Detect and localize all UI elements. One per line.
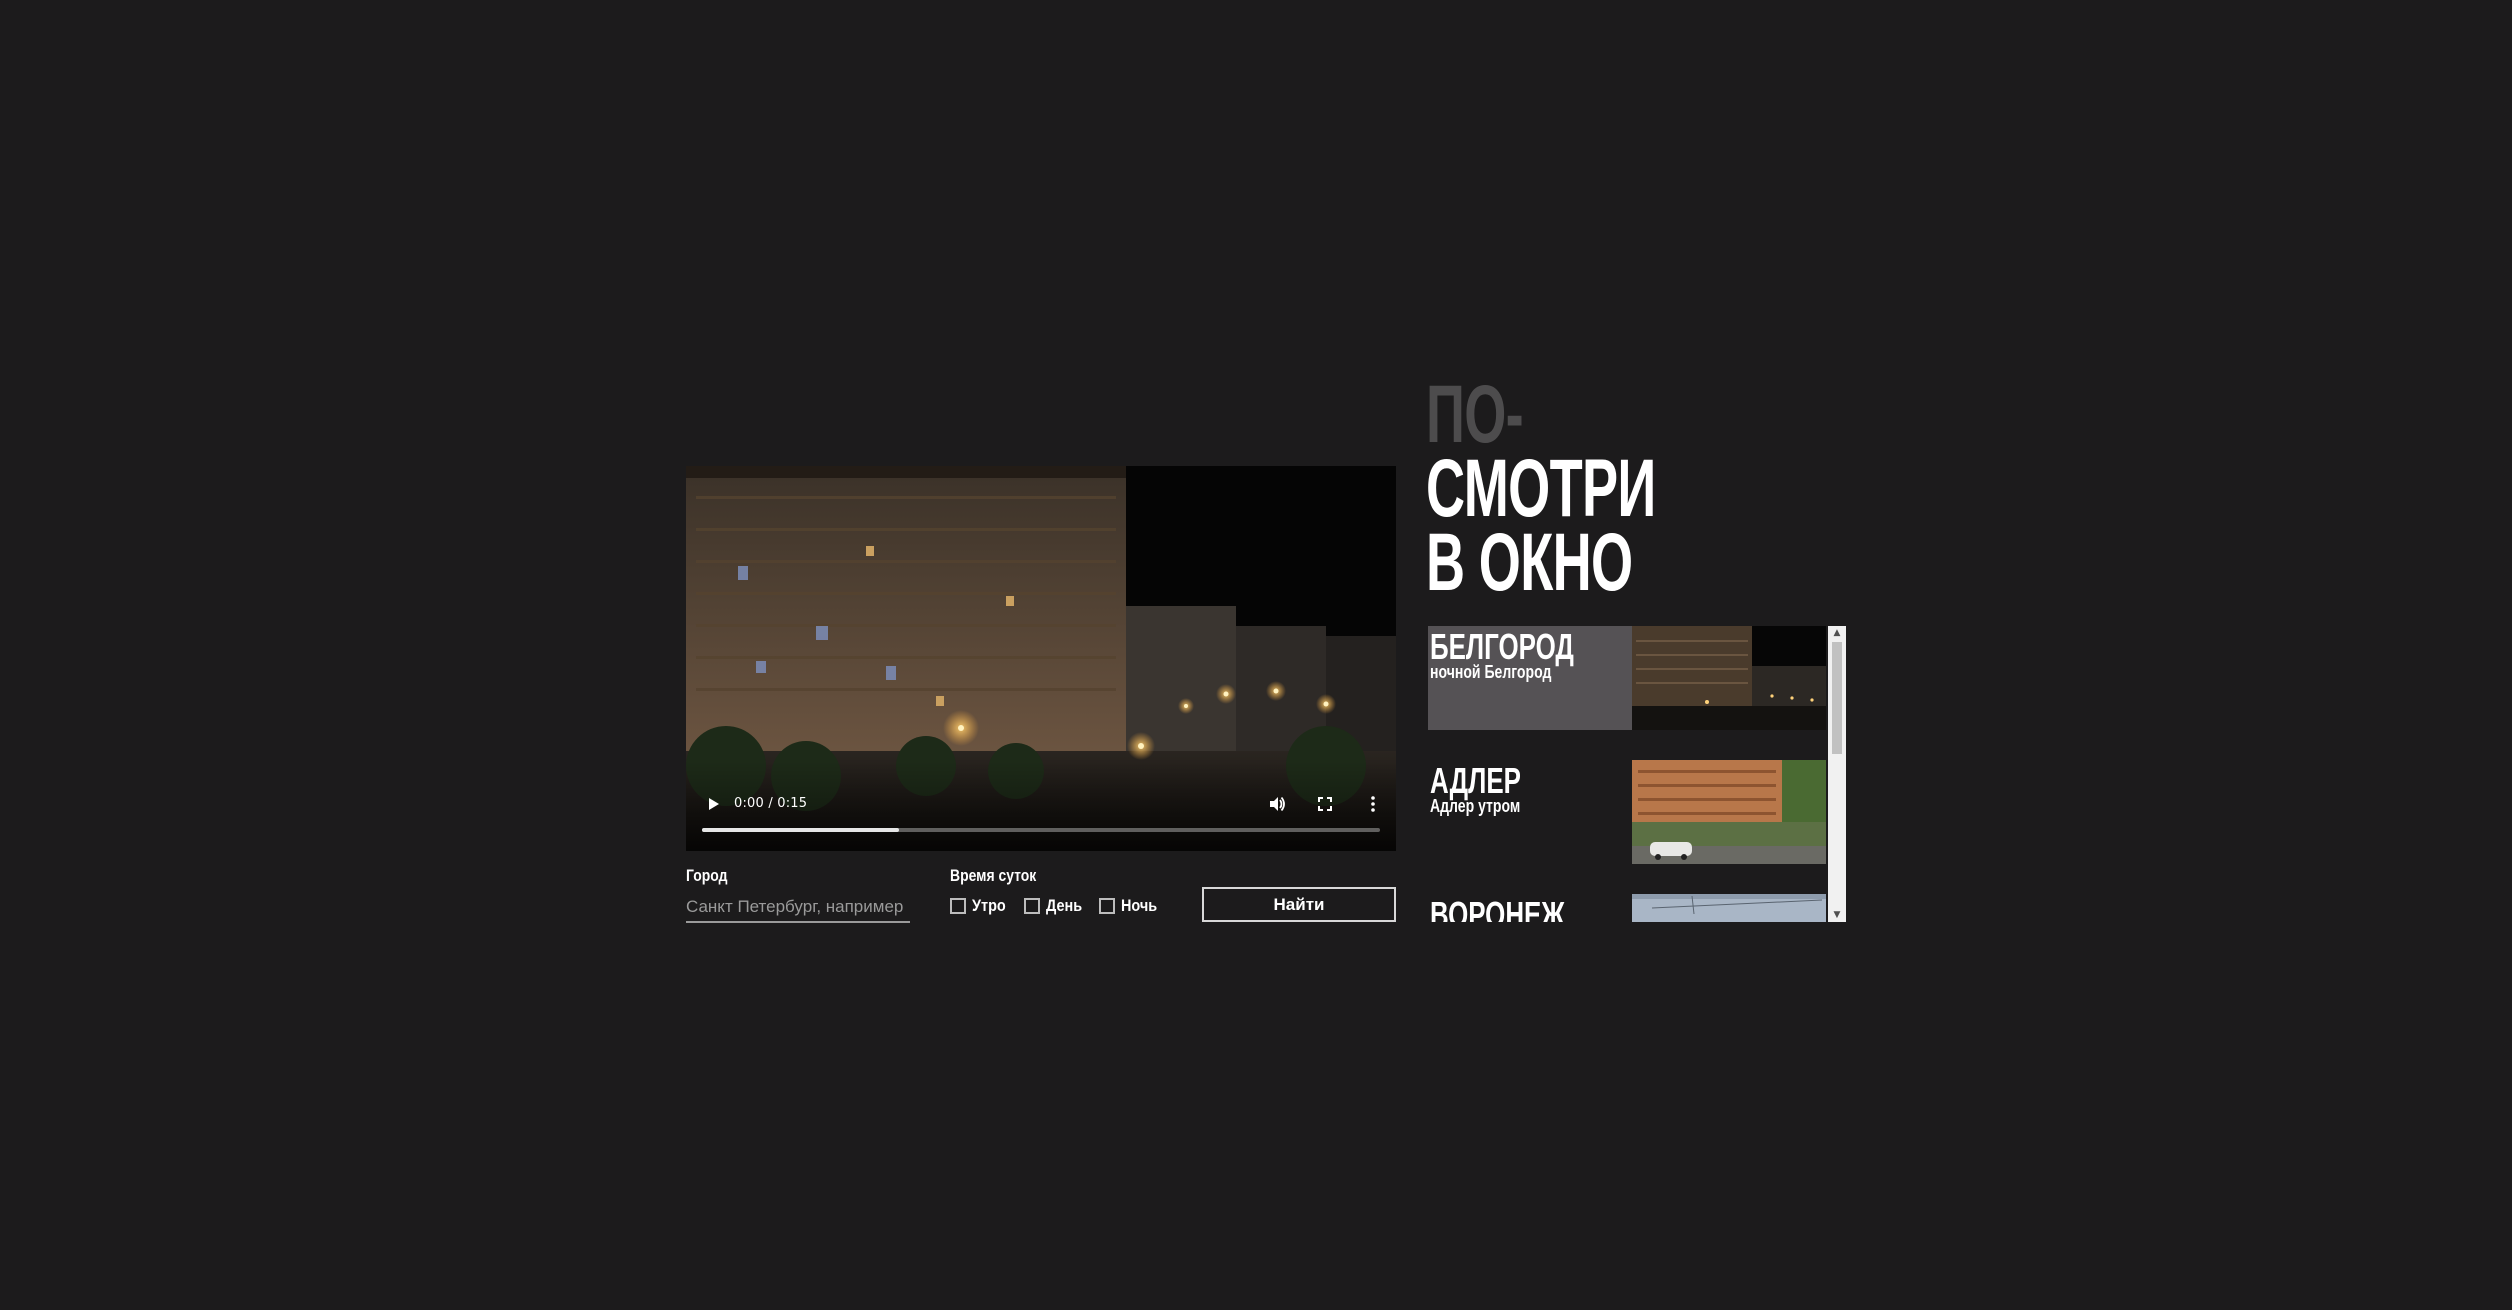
option-night-label: Ночь	[1121, 896, 1158, 915]
city-item-text: ВОРОНЕЖ	[1428, 894, 1632, 922]
city-item-text: БЕЛГОРОД ночной Белгород	[1428, 626, 1632, 730]
page-headline: ПО- СМОТРИ В ОКНО	[1426, 369, 1656, 608]
page: 0:00 / 0:15 Город Время суток	[0, 0, 2512, 1310]
city-list[interactable]: БЕЛГОРОД ночной Белгород АДЛЕР Адлер утр…	[1428, 626, 1846, 922]
option-night[interactable]: Ночь	[1099, 896, 1164, 916]
option-morning[interactable]: Утро	[950, 896, 1012, 916]
video-player[interactable]: 0:00 / 0:15	[686, 466, 1396, 851]
city-name: ВОРОНЕЖ	[1430, 894, 1565, 922]
play-button[interactable]	[702, 793, 724, 815]
option-morning-label: Утро	[972, 896, 1006, 915]
city-item-text: АДЛЕР Адлер утром	[1428, 760, 1632, 864]
volume-button[interactable]	[1266, 793, 1288, 815]
city-subtitle: ночной Белгород	[1430, 662, 1552, 682]
time-display: 0:00 / 0:15	[734, 796, 808, 811]
seek-bar-played	[702, 828, 899, 832]
city-item-belgorod[interactable]: БЕЛГОРОД ночной Белгород	[1428, 626, 1828, 730]
fullscreen-button[interactable]	[1314, 793, 1336, 815]
scroll-up-arrow-icon[interactable]: ▲	[1828, 626, 1846, 640]
play-icon	[709, 798, 719, 810]
checkbox-morning[interactable]	[950, 898, 966, 914]
headline-line-1: ПО-	[1426, 369, 1524, 460]
city-thumbnail	[1632, 626, 1826, 730]
scrollbar-thumb[interactable]	[1832, 642, 1842, 754]
headline-line-3: В ОКНО	[1426, 516, 1633, 608]
find-button[interactable]: Найти	[1202, 887, 1396, 922]
city-list-scrollbar[interactable]: ▲ ▼	[1828, 626, 1846, 922]
city-subtitle: Адлер утром	[1430, 796, 1521, 816]
city-thumbnail	[1632, 760, 1826, 864]
volume-icon	[1270, 796, 1285, 812]
seek-bar[interactable]	[702, 828, 1380, 832]
checkbox-day[interactable]	[1024, 898, 1040, 914]
checkbox-night[interactable]	[1099, 898, 1115, 914]
city-input[interactable]	[686, 893, 910, 923]
headline-line-2: СМОТРИ	[1426, 442, 1656, 534]
more-options-button[interactable]	[1362, 793, 1384, 815]
time-of-day-label: Время суток	[950, 866, 1037, 885]
more-vert-icon	[1371, 796, 1375, 812]
option-day[interactable]: День	[1024, 896, 1089, 916]
scroll-down-arrow-icon[interactable]: ▼	[1828, 908, 1846, 922]
city-thumbnail	[1632, 894, 1826, 922]
fullscreen-icon	[1318, 797, 1332, 811]
option-day-label: День	[1046, 896, 1083, 915]
city-item-voronezh[interactable]: ВОРОНЕЖ	[1428, 894, 1828, 922]
city-item-adler[interactable]: АДЛЕР Адлер утром	[1428, 760, 1828, 864]
city-label: Город	[686, 866, 728, 885]
